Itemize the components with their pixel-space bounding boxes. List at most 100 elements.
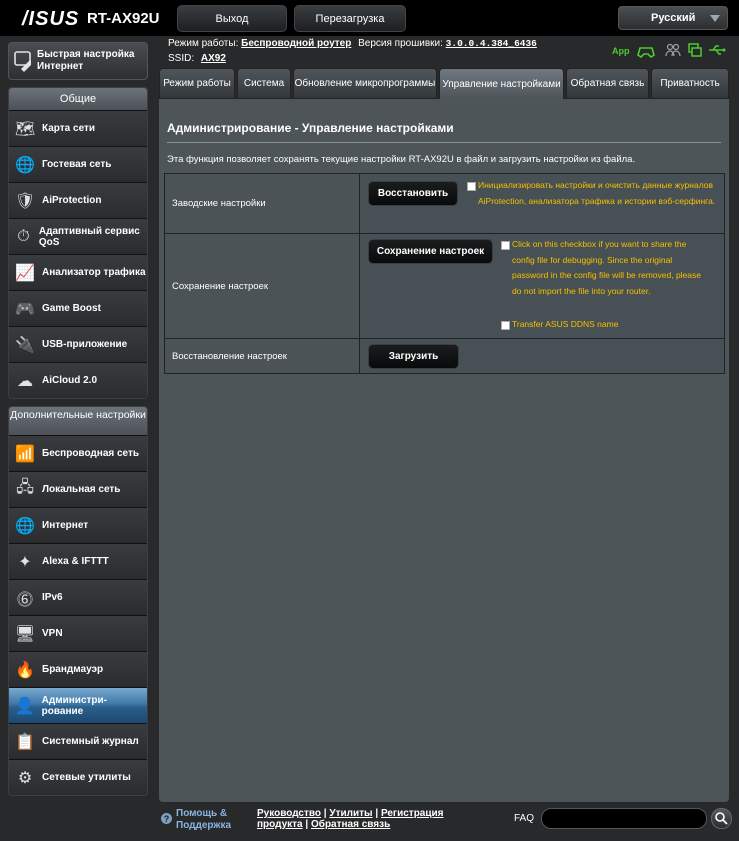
general-menu: Общие 🗺 Карта сети 🌐 Гостевая сеть 🛡 AiProtec… bbox=[8, 87, 148, 399]
network-map-icon: 🗺 bbox=[14, 120, 36, 138]
sidebar-item[interactable]: 🌐 Гостевая сеть bbox=[9, 146, 147, 182]
app-icon[interactable]: App bbox=[612, 44, 630, 58]
internet-status-icon[interactable] bbox=[688, 43, 702, 58]
advanced-menu: Дополнительные настройки 📶 Беспроводная с… bbox=[8, 406, 148, 796]
sidebar-item[interactable]: 🔥 Брандмауэр bbox=[9, 651, 147, 687]
table-row: Заводские настройки Восстановить Инициал… bbox=[165, 174, 724, 233]
language-select[interactable]: Русский bbox=[618, 6, 728, 30]
game-controller-icon[interactable] bbox=[637, 44, 655, 58]
initialize-checkbox[interactable] bbox=[467, 182, 476, 191]
network-tools-icon: ⚙ bbox=[17, 769, 33, 787]
ssid-label: SSID: bbox=[168, 53, 195, 64]
sidebar-item-label: Системный журнал bbox=[42, 736, 139, 747]
clients-icon[interactable] bbox=[665, 43, 681, 58]
sidebar-item[interactable]: 🖥 VPN bbox=[9, 615, 147, 651]
sidebar-item[interactable]: 📋 Системный журнал bbox=[9, 723, 147, 759]
tab-privacy[interactable]: Приватность bbox=[651, 68, 729, 99]
firewall-icon: 🔥 bbox=[15, 661, 35, 679]
sidebar-item[interactable]: 📈 Анализатор трафика bbox=[9, 254, 147, 290]
asus-logo: /ISUS bbox=[22, 8, 80, 30]
faq-search-input[interactable] bbox=[541, 808, 707, 829]
save-settings-button[interactable]: Сохранение настроек bbox=[368, 239, 493, 264]
administration-icon: 👤 bbox=[14, 697, 35, 715]
restore-button[interactable]: Восстановить bbox=[368, 181, 458, 206]
table-row: Сохранение настроек Сохранение настроек … bbox=[165, 233, 724, 338]
sidebar-item[interactable]: 🌐 Интернет bbox=[9, 507, 147, 543]
sidebar-item[interactable]: 📶 Беспроводная сеть bbox=[9, 435, 147, 471]
ipv6-icon: ⓺ bbox=[16, 591, 33, 609]
traffic-analyzer-icon: 📈 bbox=[15, 264, 35, 282]
firmware-link[interactable]: 3.0.0.4.384_6436 bbox=[446, 38, 537, 49]
firmware-label: Версия прошивки: bbox=[358, 38, 443, 49]
svg-text:?: ? bbox=[164, 814, 170, 824]
sidebar-item[interactable]: 🖧 Локальная сеть bbox=[9, 471, 147, 507]
mode-link[interactable]: Беспроводной роутер bbox=[241, 38, 351, 49]
share-debug-checkbox[interactable] bbox=[501, 241, 510, 250]
content-panel: Администрирование - Управление настройка… bbox=[159, 99, 729, 802]
reboot-button[interactable]: Перезагрузка bbox=[294, 5, 406, 32]
sidebar-item-label: Карта сети bbox=[42, 123, 96, 134]
sidebar-item-label: USB-приложение bbox=[42, 339, 128, 350]
usb-icon[interactable] bbox=[708, 43, 726, 57]
sidebar-item[interactable]: ☁ AiCloud 2.0 bbox=[9, 362, 147, 398]
sidebar-item[interactable]: 🛡 AiProtection bbox=[9, 182, 147, 218]
save-settings-label: Сохранение настроек bbox=[165, 234, 360, 338]
logout-button[interactable]: Выход bbox=[177, 5, 287, 32]
search-button[interactable] bbox=[711, 808, 732, 829]
transfer-ddns-label: Transfer ASUS DDNS name bbox=[512, 319, 619, 329]
sidebar-item-label: Game Boost bbox=[42, 303, 101, 314]
utilities-link[interactable]: Утилиты bbox=[329, 808, 372, 819]
factory-default-label: Заводские настройки bbox=[165, 174, 360, 233]
tab-operation-mode[interactable]: Режим работы bbox=[159, 68, 235, 99]
sidebar-item-label: Администри-рование bbox=[41, 694, 108, 717]
language-value: Русский bbox=[651, 12, 696, 24]
sidebar-item-label: Адаптивный сервис QoS bbox=[38, 225, 140, 248]
qos-icon: ⏱ bbox=[17, 227, 30, 245]
vpn-icon: 🖥 bbox=[14, 625, 36, 643]
mode-label: Режим работы: bbox=[168, 38, 239, 49]
ssid-link[interactable]: AX92 bbox=[201, 53, 226, 64]
feedback-link[interactable]: Обратная связь bbox=[311, 819, 390, 830]
sidebar-item[interactable]: 🗺 Карта сети bbox=[9, 110, 147, 146]
lan-icon: 🖧 bbox=[16, 479, 34, 496]
sidebar-item-label: Анализатор трафика bbox=[42, 267, 146, 278]
top-bar: /ISUS RT-AX92U Выход Перезагрузка Русски… bbox=[0, 0, 739, 36]
title-divider bbox=[167, 142, 721, 143]
search-icon bbox=[715, 812, 728, 825]
sidebar-item-label: AiProtection bbox=[42, 195, 102, 206]
help-support-link[interactable]: Помощь & Поддержка bbox=[176, 808, 246, 832]
transfer-ddns-checkbox[interactable] bbox=[501, 321, 510, 330]
sidebar-item[interactable]: 🎮 Game Boost bbox=[9, 290, 147, 326]
wan-icon: 🌐 bbox=[15, 517, 35, 535]
upload-button[interactable]: Загрузить bbox=[368, 344, 459, 369]
sidebar-item[interactable]: ⓺ IPv6 bbox=[9, 579, 147, 615]
game-boost-icon: 🎮 bbox=[15, 300, 35, 318]
alexa-icon: ✦ bbox=[18, 553, 32, 571]
sidebar-item[interactable]: 👤 Администри-рование bbox=[9, 687, 147, 723]
aicloud-icon: ☁ bbox=[17, 372, 33, 390]
tab-settings-management[interactable]: Управление настройками bbox=[439, 68, 564, 100]
system-log-icon: 📋 bbox=[15, 733, 35, 751]
page-title: Администрирование - Управление настройка… bbox=[167, 121, 454, 135]
sidebar-item-label: Гостевая сеть bbox=[42, 159, 112, 170]
quick-setup-button[interactable]: Быстрая настройка Интернет bbox=[8, 42, 148, 80]
manual-link[interactable]: Руководство bbox=[257, 808, 321, 819]
tab-firmware-upgrade[interactable]: Обновление микропрограммы bbox=[293, 68, 437, 99]
sidebar-item-label: Локальная сеть bbox=[42, 484, 121, 495]
settings-table: Заводские настройки Восстановить Инициал… bbox=[164, 173, 725, 374]
sidebar-item[interactable]: 🔌 USB-приложение bbox=[9, 326, 147, 362]
page-description: Эта функция позволяет сохранять текущие … bbox=[167, 154, 636, 165]
sidebar-item[interactable]: ✦ Alexa & IFTTT bbox=[9, 543, 147, 579]
faq-label: FAQ bbox=[514, 813, 535, 824]
tab-system[interactable]: Система bbox=[237, 68, 291, 99]
sidebar-item-label: Брандмауэр bbox=[42, 664, 104, 675]
sidebar-item[interactable]: ⚙ Сетевые утилиты bbox=[9, 759, 147, 795]
guest-network-icon: 🌐 bbox=[15, 156, 35, 174]
footer-links: Руководство | Утилиты | Регистрация прод… bbox=[257, 808, 444, 830]
sidebar-item[interactable]: ⏱ Адаптивный сервис QoS bbox=[9, 218, 147, 254]
wizard-icon bbox=[14, 51, 32, 72]
quick-setup-label: Быстрая настройка Интернет bbox=[37, 49, 135, 72]
router-admin-page: /ISUS RT-AX92U Выход Перезагрузка Русски… bbox=[0, 0, 739, 841]
general-header: Общие bbox=[9, 88, 147, 110]
tab-feedback[interactable]: Обратная связь bbox=[566, 68, 649, 99]
